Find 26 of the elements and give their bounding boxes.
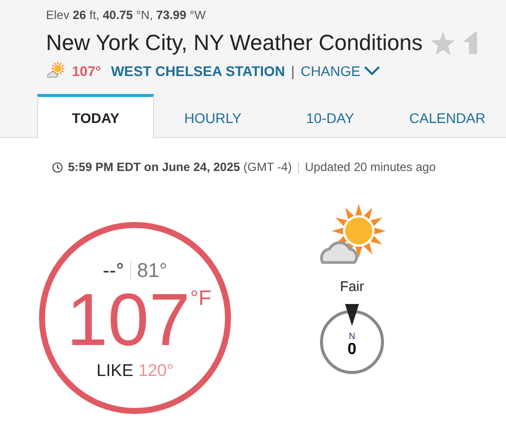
- feels-like-label: LIKE: [96, 360, 134, 380]
- wind-speed: 0: [348, 341, 356, 359]
- observation-time: 5:59 PM EDT on June 24, 2025 (GMT -4): [68, 160, 292, 174]
- separator: |: [296, 160, 300, 174]
- page-title: New York City, NY Weather Conditions: [46, 30, 423, 56]
- tab[interactable]: CALENDAR: [388, 94, 506, 138]
- tab[interactable]: 10-DAY: [272, 94, 389, 138]
- chevron-icon: [364, 66, 380, 76]
- station-temperature: 107°: [72, 63, 101, 79]
- tab[interactable]: TODAY: [37, 94, 154, 138]
- location-meta: Elev 26 ft, 40.75 °N, 73.99 °W: [46, 8, 207, 22]
- low-temperature: 81°: [137, 260, 168, 282]
- pointer-icon: [345, 304, 359, 326]
- current-temperature: 107: [66, 282, 190, 356]
- temperature-unit: °F: [190, 286, 212, 310]
- station-name: WEST CHELSEA STATION: [110, 63, 285, 79]
- separator: |: [290, 63, 295, 79]
- updated-text: Updated 20 minutes ago: [304, 160, 436, 174]
- tab[interactable]: HOURLY: [154, 94, 272, 138]
- change-link[interactable]: CHANGE: [300, 63, 380, 79]
- high-temperature: --°: [102, 260, 124, 282]
- clock-icon: [52, 162, 63, 172]
- feels-like-temperature: 120°: [138, 360, 174, 380]
- condition-text: Fair: [340, 278, 364, 294]
- wind-direction: N: [348, 331, 356, 341]
- star-icon[interactable]: [430, 32, 455, 54]
